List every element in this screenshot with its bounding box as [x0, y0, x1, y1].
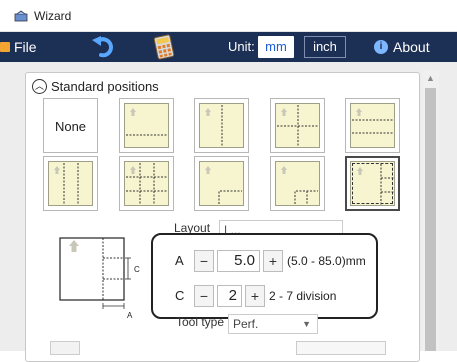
position-option-9[interactable] — [270, 156, 325, 211]
param-c-decrement-button[interactable]: − — [194, 285, 214, 307]
layout-diagram — [277, 105, 318, 146]
chevron-up-circle-icon[interactable]: ︿ — [32, 79, 47, 94]
scroll-thumb[interactable] — [425, 88, 436, 351]
about-button[interactable]: i About — [374, 32, 454, 62]
layout-diagram — [205, 105, 223, 146]
file-label: File — [14, 39, 37, 55]
scroll-up-icon[interactable]: ▲ — [422, 70, 439, 86]
layout-preview: C A — [59, 237, 140, 320]
param-a-input[interactable]: 5.0 — [217, 250, 260, 272]
position-option-6[interactable] — [43, 156, 98, 211]
unit-label: Unit: — [228, 39, 255, 54]
param-a-decrement-button[interactable]: − — [194, 250, 214, 272]
none-label: None — [54, 119, 87, 134]
bottom-left-button[interactable] — [50, 341, 80, 355]
position-option-10-selected[interactable] — [345, 156, 400, 211]
title-bar: Wizard — [0, 0, 457, 32]
position-option-5[interactable] — [345, 98, 400, 153]
calculator-icon[interactable] — [151, 34, 177, 60]
param-a-label: A — [175, 253, 184, 268]
parameter-callout: A − 5.0 + (5.0 - 85.0)mm C − 2 + 2 - 7 d… — [151, 233, 378, 319]
about-label: About — [393, 39, 430, 55]
param-c-input[interactable]: 2 — [217, 285, 242, 307]
layout-diagram — [205, 166, 242, 204]
toolbar: File Unit: mm inch i About — [0, 32, 457, 62]
param-c-label: C — [175, 288, 185, 303]
layout-diagram — [126, 163, 167, 204]
preview-c-label: C — [134, 265, 140, 274]
param-a-range: (5.0 - 85.0)mm — [287, 254, 366, 268]
layout-diagram — [126, 108, 167, 136]
unit-mm-button[interactable]: mm — [258, 36, 294, 58]
param-c-range: 2 - 7 division — [269, 289, 337, 303]
window-title: Wizard — [34, 9, 72, 23]
layout-diagram — [357, 164, 394, 205]
layout-diagram — [54, 163, 79, 204]
preview-a-label: A — [127, 311, 133, 320]
param-a-increment-button[interactable]: + — [263, 250, 283, 272]
position-option-3[interactable] — [194, 98, 249, 153]
folder-icon — [0, 42, 10, 52]
tool-type-value: Perf. — [233, 317, 259, 331]
position-option-2[interactable] — [119, 98, 174, 153]
wizard-icon — [14, 10, 28, 22]
bottom-right-button[interactable] — [296, 341, 386, 355]
undo-icon[interactable] — [89, 34, 119, 60]
file-menu[interactable]: File — [0, 32, 70, 62]
position-option-7[interactable] — [119, 156, 174, 211]
info-icon: i — [374, 40, 388, 54]
param-c-increment-button[interactable]: + — [245, 285, 265, 307]
chevron-down-icon: ▼ — [302, 319, 311, 329]
tool-type-select[interactable]: Perf. ▼ — [228, 314, 318, 334]
section-title: Standard positions — [51, 79, 159, 94]
vertical-scrollbar[interactable]: ▲ — [422, 70, 439, 351]
position-option-4[interactable] — [270, 98, 325, 153]
unit-inch-button[interactable]: inch — [304, 36, 346, 58]
tool-type-label: Tool type — [176, 315, 225, 329]
layout-diagram — [352, 108, 393, 134]
position-option-8[interactable] — [194, 156, 249, 211]
position-none[interactable]: None — [43, 98, 98, 153]
layout-diagram — [281, 166, 318, 204]
